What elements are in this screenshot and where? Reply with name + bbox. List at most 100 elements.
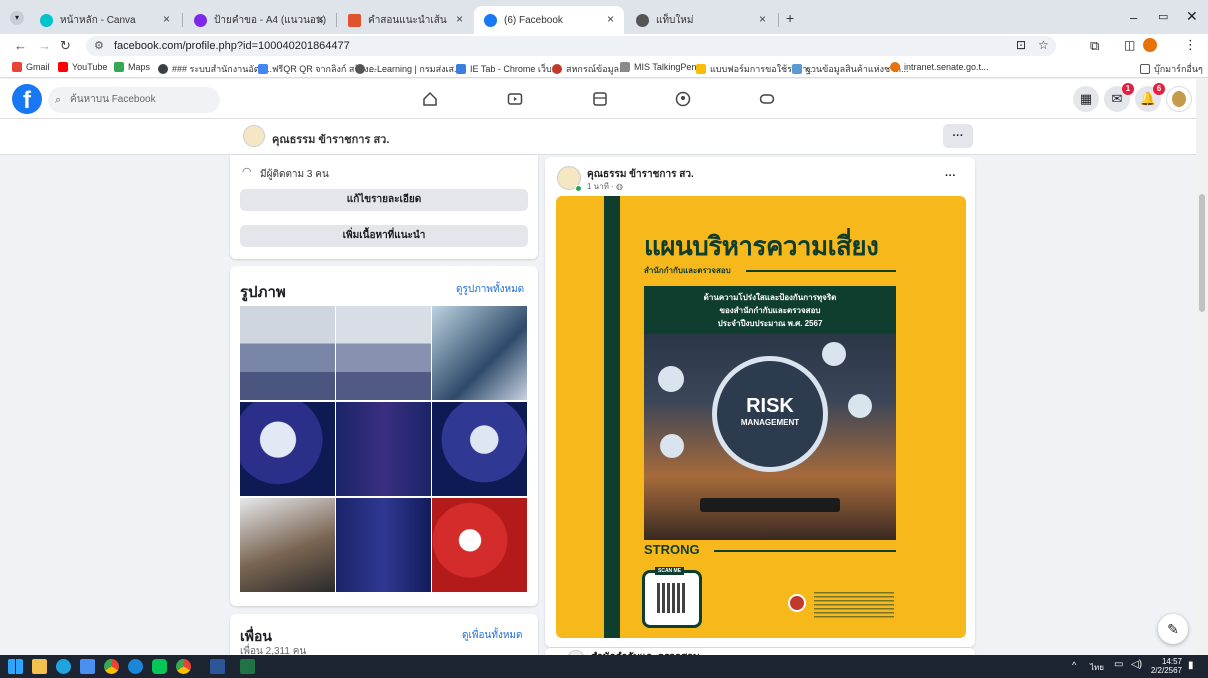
bookmark[interactable]: intranet.senate.go.t... xyxy=(890,62,989,72)
tab-title: (6) Facebook xyxy=(504,14,563,26)
video-icon[interactable] xyxy=(505,89,525,109)
menu-icon[interactable]: ⋮ xyxy=(1184,37,1197,53)
close-window-button[interactable]: ✕ xyxy=(1186,8,1198,25)
photo-thumbnail[interactable] xyxy=(240,498,335,592)
photos-title: รูปภาพ xyxy=(240,284,286,301)
messenger-badge: 1 xyxy=(1122,83,1134,95)
close-icon[interactable]: × xyxy=(759,12,766,26)
bookmarks-folder[interactable]: บุ๊กมาร์กอื่นๆ xyxy=(1140,62,1203,76)
bookmark[interactable]: MIS TalkingPen xyxy=(620,62,696,72)
chrome-icon[interactable] xyxy=(104,659,119,674)
poster-stripe xyxy=(604,196,620,638)
extensions-icon[interactable]: ⧉ xyxy=(1090,38,1099,54)
forward-icon[interactable]: → xyxy=(38,38,51,53)
install-icon[interactable]: ⊡ xyxy=(1016,38,1026,52)
photo-thumbnail[interactable] xyxy=(240,402,335,496)
online-dot-icon xyxy=(575,185,582,192)
add-featured-button[interactable]: เพิ่มเนื้อหาที่แนะนำ xyxy=(240,225,528,247)
new-message-button[interactable]: ✎ xyxy=(1158,614,1188,644)
facebook-search-input[interactable]: ⌕ ค้นหาบน Facebook xyxy=(48,87,220,113)
tray-chevron-icon[interactable]: ^ xyxy=(1072,660,1076,670)
home-icon[interactable] xyxy=(420,89,440,109)
site-info-icon[interactable]: ⚙ xyxy=(94,39,104,52)
marketplace-icon[interactable] xyxy=(590,89,610,109)
new-tab-button[interactable]: + xyxy=(786,10,794,26)
bookmark-star-icon[interactable]: ☆ xyxy=(1038,38,1049,52)
start-icon[interactable] xyxy=(8,659,23,674)
avatar[interactable] xyxy=(243,125,265,147)
bookmark[interactable]: ### ระบบสำนักงานอัตโ... xyxy=(158,62,272,76)
groups-icon[interactable] xyxy=(673,89,693,109)
tab-facebook[interactable]: (6) Facebook × xyxy=(474,6,624,34)
account-avatar[interactable] xyxy=(1166,86,1192,112)
language-indicator[interactable]: ไทย xyxy=(1090,661,1104,674)
post-image[interactable]: แผนบริหารความเสี่ยง สำนักกำกับและตรวจสอบ… xyxy=(556,196,966,638)
photo-thumbnail[interactable] xyxy=(336,306,431,400)
profile-icon[interactable] xyxy=(1143,38,1157,52)
bookmark[interactable]: Maps xyxy=(114,62,150,72)
tab-document[interactable]: คำสอนแนะนำเส้น × xyxy=(338,6,473,34)
clock[interactable]: 14:57 2/2/2567 xyxy=(1150,657,1182,675)
gaming-icon[interactable] xyxy=(757,89,777,109)
tab-search-button[interactable]: ▾ xyxy=(10,11,24,25)
restore-button[interactable]: ▭ xyxy=(1158,10,1168,23)
edit-details-button[interactable]: แก้ไขรายละเอียด xyxy=(240,189,528,211)
bookmark[interactable]: YouTube xyxy=(58,62,107,72)
close-icon[interactable]: × xyxy=(456,12,463,26)
photo-thumbnail[interactable] xyxy=(432,402,527,496)
edge-icon[interactable] xyxy=(56,659,71,674)
bookmark[interactable]: IE Tab - Chrome เว็บ... xyxy=(456,62,559,76)
more-options-button[interactable]: ··· xyxy=(943,124,973,148)
close-icon[interactable]: × xyxy=(317,12,324,26)
photo-thumbnail[interactable] xyxy=(240,306,335,400)
settings-icon[interactable] xyxy=(128,659,143,674)
file-explorer-icon[interactable] xyxy=(32,659,47,674)
youtube-icon xyxy=(58,62,68,72)
address-bar[interactable]: ⚙ facebook.com/profile.php?id=1000402018… xyxy=(86,36,1056,56)
network-icon[interactable]: ▭ xyxy=(1114,659,1123,670)
bookmark[interactable]: e-Learning | กรมส่งเส... xyxy=(355,62,462,76)
volume-icon[interactable]: ◁) xyxy=(1131,659,1142,670)
photo-thumbnail[interactable] xyxy=(336,402,431,496)
rss-icon: ◠ xyxy=(242,166,252,178)
ie-tab-icon xyxy=(456,64,466,74)
risk-circle: RISK MANAGEMENT xyxy=(712,356,828,472)
tab-title: หน้าหลัก - Canva xyxy=(60,14,136,26)
scrollbar-thumb[interactable] xyxy=(1199,194,1205,312)
page-scrollbar[interactable] xyxy=(1196,79,1208,655)
photo-thumbnail[interactable] xyxy=(432,306,527,400)
store-icon[interactable] xyxy=(80,659,95,674)
minimize-button[interactable]: – xyxy=(1130,10,1137,25)
gmail-icon xyxy=(12,62,22,72)
close-icon[interactable]: × xyxy=(607,12,614,26)
chrome-icon[interactable] xyxy=(176,659,191,674)
see-all-photos-link[interactable]: ดูรูปภาพทั้งหมด xyxy=(456,282,524,297)
facebook-logo-icon[interactable]: f xyxy=(12,84,42,114)
tab-new-tab[interactable]: แท็บใหม่ × xyxy=(626,6,776,34)
reload-icon[interactable]: ↻ xyxy=(60,38,71,54)
excel-icon[interactable] xyxy=(240,659,255,674)
bookmark[interactable]: สหกรณ์ข้อมูลกา xyxy=(552,62,630,76)
see-all-friends-link[interactable]: ดูเพื่อนทั้งหมด xyxy=(462,628,523,643)
post-options-button[interactable]: ··· xyxy=(945,170,956,182)
search-icon: ⌕ xyxy=(55,94,62,106)
line-icon[interactable] xyxy=(152,659,167,674)
tab-canva[interactable]: หน้าหลัก - Canva × xyxy=(30,6,180,34)
word-icon[interactable] xyxy=(210,659,225,674)
profile-name[interactable]: คุณธรรม ข้าราชการ สว. xyxy=(272,130,389,148)
tab-certificate[interactable]: ป้ายคำขอ - A4 (แนวนอน) × xyxy=(184,6,334,34)
navigation-bar: ← → ↻ ⚙ facebook.com/profile.php?id=1000… xyxy=(0,34,1208,58)
maps-icon xyxy=(114,62,124,72)
back-icon[interactable]: ← xyxy=(14,38,27,53)
messenger-icon[interactable]: ✉ 1 xyxy=(1104,83,1134,112)
photo-thumbnail[interactable] xyxy=(336,498,431,592)
photo-thumbnail[interactable] xyxy=(432,498,527,592)
notification-center-icon[interactable]: ▮ xyxy=(1188,660,1194,671)
notifications-icon[interactable]: 🔔 6 xyxy=(1135,83,1165,112)
database-icon xyxy=(792,64,802,74)
profile-sticky-bar: คุณธรรม ข้าราชการ สว. ··· xyxy=(0,119,1208,155)
side-panel-icon[interactable]: ◫ xyxy=(1124,38,1135,52)
menu-grid-icon[interactable]: ▦ xyxy=(1073,86,1099,112)
bookmark[interactable]: Gmail xyxy=(12,62,50,72)
close-icon[interactable]: × xyxy=(163,12,170,26)
